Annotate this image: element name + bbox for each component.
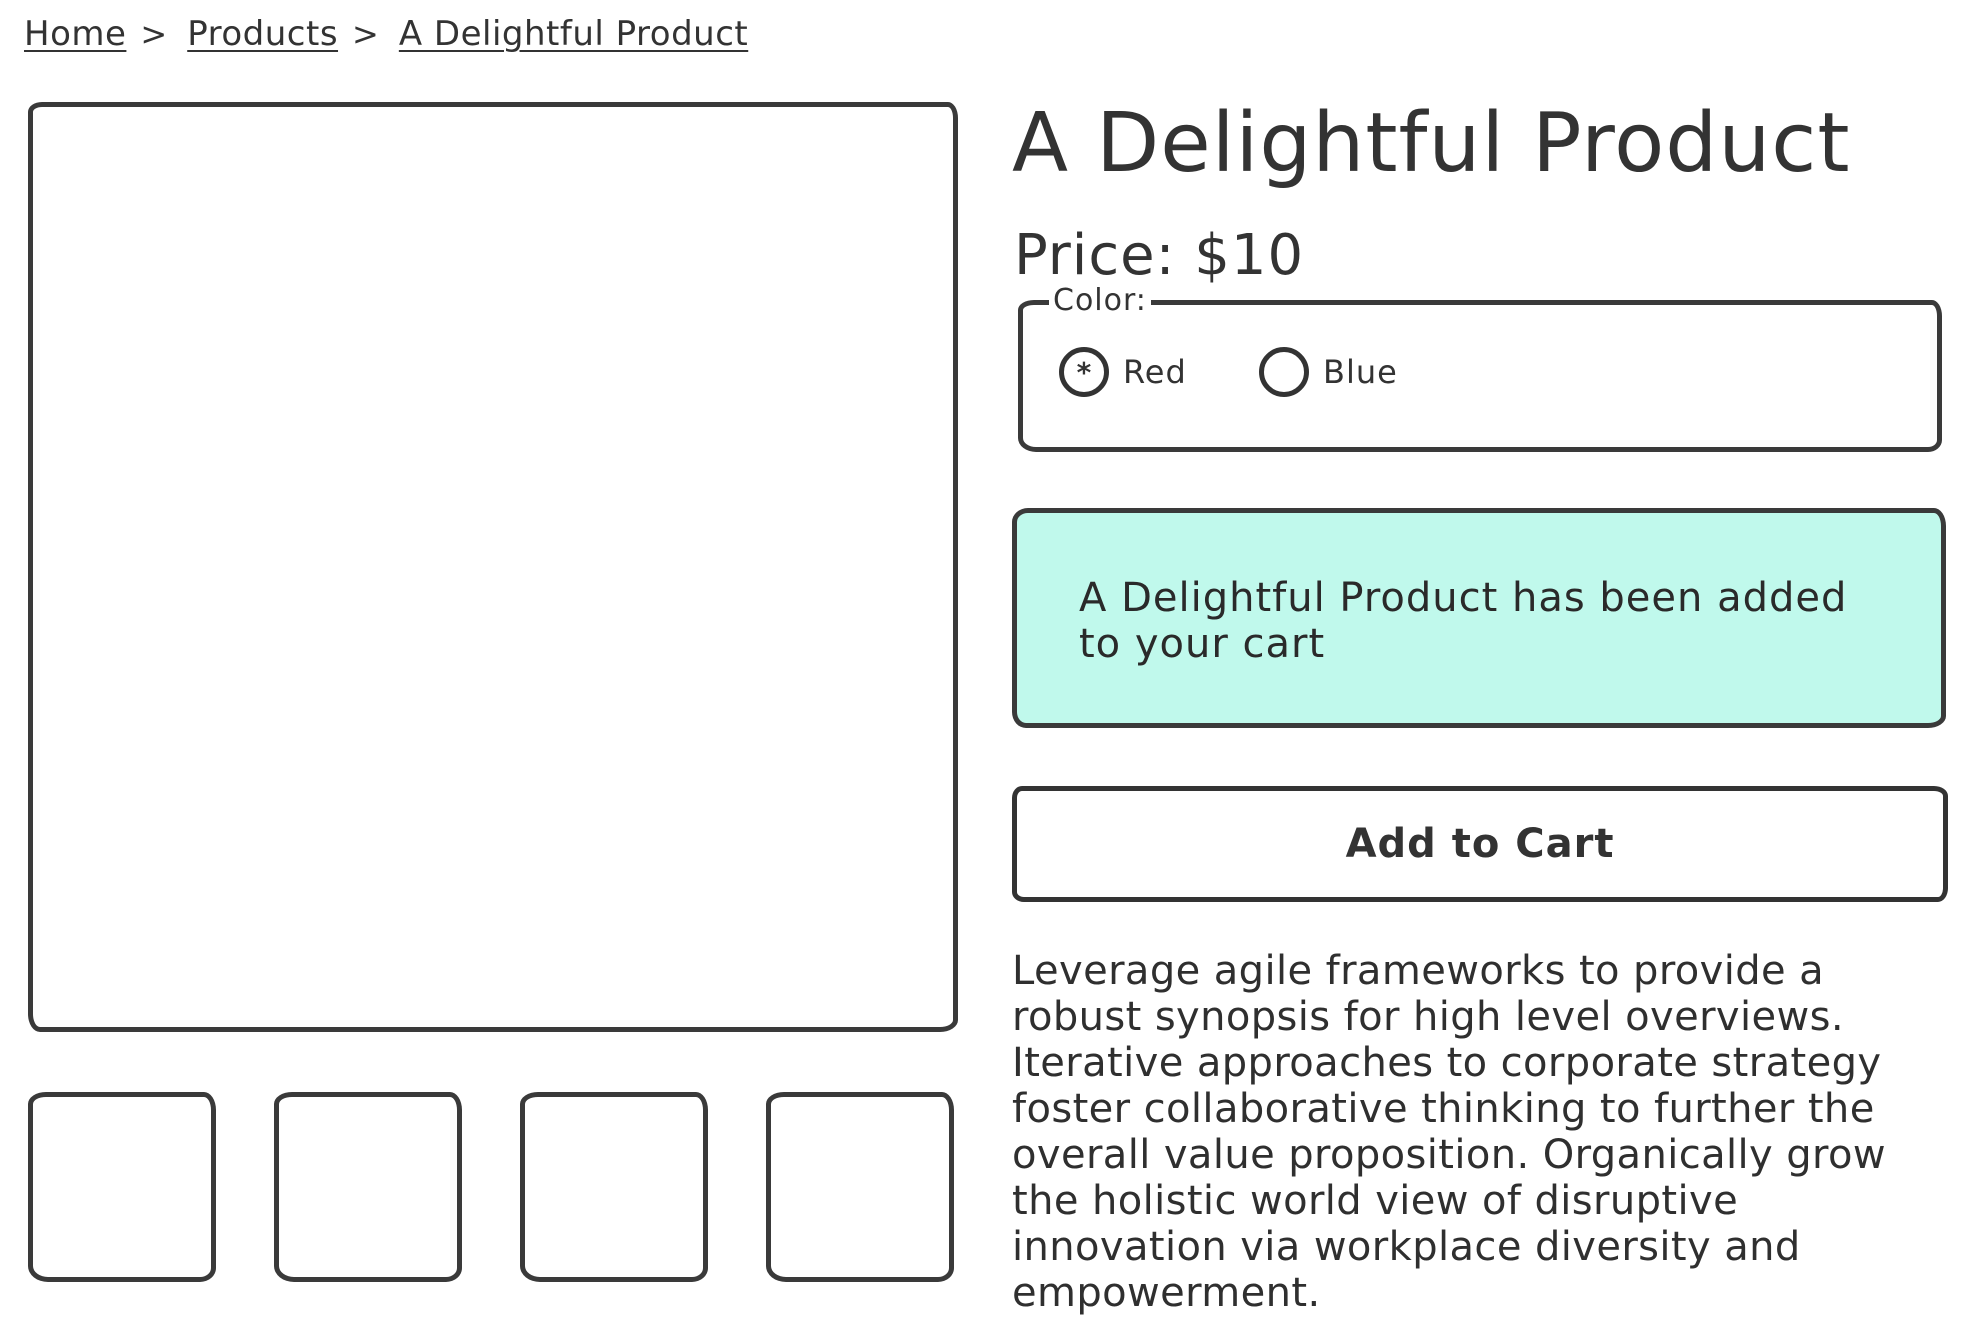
color-option-blue[interactable]: Blue	[1259, 347, 1398, 397]
color-option-red[interactable]: * Red	[1059, 347, 1187, 397]
product-thumbnail-1[interactable]	[28, 1092, 216, 1282]
product-main-image-placeholder	[28, 102, 958, 1032]
product-thumbnail-2[interactable]	[274, 1092, 462, 1282]
cart-confirmation-alert: A Delightful Product has been added to y…	[1012, 508, 1946, 728]
chevron-right-icon: >	[140, 15, 168, 53]
chevron-right-icon: >	[352, 15, 379, 53]
color-option-label: Red	[1123, 353, 1187, 391]
color-legend: Color:	[1049, 283, 1151, 319]
product-thumbnail-4[interactable]	[766, 1092, 954, 1282]
product-thumbnail-3[interactable]	[520, 1092, 708, 1282]
breadcrumb-current-link[interactable]: A Delightful Product	[399, 14, 748, 54]
cart-confirmation-message: A Delightful Product has been added to y…	[1079, 575, 1848, 667]
color-option-label: Blue	[1323, 353, 1398, 391]
breadcrumb: Home > Products > A Delightful Product	[24, 12, 748, 56]
radio-unselected-icon[interactable]	[1259, 347, 1309, 397]
breadcrumb-home-link[interactable]: Home	[24, 14, 126, 54]
product-description: Leverage agile frameworks to provide a r…	[1012, 948, 1886, 1316]
add-to-cart-button[interactable]: Add to Cart	[1012, 786, 1948, 902]
breadcrumb-products-link[interactable]: Products	[187, 14, 338, 54]
product-price: Price: $10	[1014, 223, 1305, 288]
color-selector: Color: * Red Blue	[1018, 283, 1942, 452]
radio-selected-icon[interactable]: *	[1059, 347, 1109, 397]
product-title: A Delightful Product	[1012, 96, 1851, 191]
